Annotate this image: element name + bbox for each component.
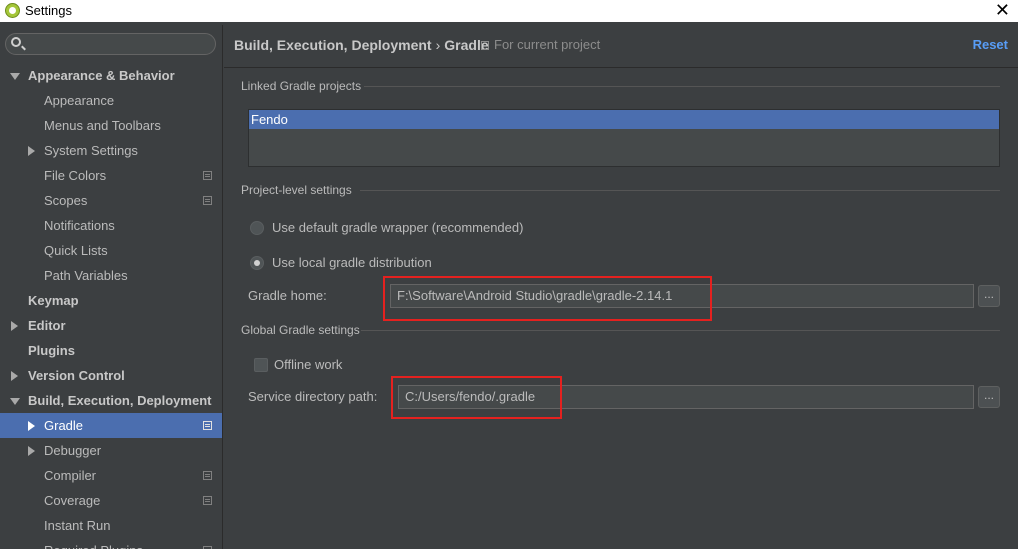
breadcrumb-separator: › [435,37,441,53]
linked-project-item[interactable]: Fendo [249,110,999,129]
search-icon [11,37,21,47]
breadcrumb: Build, Execution, Deployment › Gradle [234,37,489,53]
sidebar-item-label: Compiler [44,468,97,483]
sidebar-item[interactable]: File Colors [0,163,222,188]
offline-work-checkbox[interactable] [254,358,268,372]
scope-indicator: For current project [481,37,600,52]
gradle-home-label: Gradle home: [248,288,327,303]
sidebar-item-label: Quick Lists [44,243,108,258]
project-settings-icon [203,196,212,205]
search-input[interactable] [28,36,208,52]
service-directory-browse-button[interactable]: ... [978,386,1000,408]
gradle-settings-panel: Build, Execution, Deployment › Gradle For … [224,25,1018,549]
breadcrumb-parent[interactable]: Build, Execution, Deployment [234,37,432,53]
close-icon[interactable]: ✕ [995,0,1010,20]
sidebar-item[interactable]: Plugins [0,338,222,363]
gradle-home-browse-button[interactable]: ... [978,285,1000,307]
sidebar-item[interactable]: Required Plugins [0,538,222,549]
collapsed-arrow-icon[interactable] [28,421,35,431]
sidebar-item-label: Debugger [44,443,102,458]
header-divider [224,67,1018,68]
collapsed-arrow-icon[interactable] [11,371,18,381]
sidebar-item[interactable]: Quick Lists [0,238,222,263]
sidebar-item[interactable]: Gradle [0,413,222,438]
sidebar-item-label: Appearance & Behavior [28,68,175,83]
reset-link[interactable]: Reset [973,37,1008,52]
sidebar-item-label: Gradle [44,418,84,433]
android-studio-icon [5,3,20,18]
gradle-home-field[interactable]: F:\Software\Android Studio\gradle\gradle… [390,284,974,308]
service-directory-label: Service directory path: [248,389,378,404]
sidebar-item-label: Appearance [44,93,115,108]
sidebar-item[interactable]: Build, Execution, Deployment [0,388,222,413]
scope-text: For current project [494,37,601,52]
sidebar-item-label: Path Variables [44,268,128,283]
section-title-project-level: Project-level settings [241,183,352,197]
service-directory-field[interactable]: C:/Users/fendo/.gradle [398,385,974,409]
collapsed-arrow-icon[interactable] [11,321,18,331]
sidebar-item-label: Coverage [44,493,101,508]
sidebar-item-label: Menus and Toolbars [44,118,161,133]
sidebar-item[interactable]: Debugger [0,438,222,463]
sidebar-item-label: Scopes [44,193,88,208]
sidebar-item[interactable]: Path Variables [0,263,222,288]
local-distribution-label: Use local gradle distribution [272,255,432,270]
sidebar-item-label: Required Plugins [44,538,143,549]
sidebar-item[interactable]: Keymap [0,288,222,313]
sidebar-item[interactable]: Editor [0,313,222,338]
offline-work-label: Offline work [274,357,343,372]
project-settings-icon [203,496,212,505]
sidebar-item-label: Instant Run [44,518,111,533]
sidebar-item-label: Keymap [28,293,79,308]
sidebar-item-label: Editor [28,318,66,333]
linked-projects-list[interactable]: Fendo [248,109,1000,167]
sidebar-item[interactable]: Scopes [0,188,222,213]
sidebar-item[interactable]: Notifications [0,213,222,238]
section-title-linked: Linked Gradle projects [241,79,362,93]
sidebar-item[interactable]: Appearance [0,88,222,113]
sidebar-item[interactable]: Appearance & Behavior [0,63,222,88]
sidebar-item-label: File Colors [44,168,107,183]
collapsed-arrow-icon[interactable] [28,146,35,156]
sidebar-item[interactable]: Menus and Toolbars [0,113,222,138]
section-divider [361,330,1000,331]
project-settings-icon [203,471,212,480]
window-titlebar: Settings ✕ [0,0,1018,22]
sidebar-item[interactable]: Coverage [0,488,222,513]
section-title-global: Global Gradle settings [241,323,360,337]
section-divider [360,190,1000,191]
settings-sidebar: Appearance & Behavior Appearance Menus and… [0,25,223,549]
project-settings-icon [203,421,212,430]
sidebar-item[interactable]: Instant Run [0,513,222,538]
default-wrapper-radio[interactable] [250,221,264,235]
sidebar-item-label: Notifications [44,218,115,233]
sidebar-item-label: Build, Execution, Deployment [28,393,212,408]
local-distribution-radio[interactable] [250,256,264,270]
sidebar-item-label: Version Control [28,368,125,383]
window-title: Settings [25,3,72,18]
sidebar-item-label: System Settings [44,143,138,158]
expanded-arrow-icon[interactable] [10,398,20,405]
project-settings-icon [203,171,212,180]
section-divider [364,86,1000,87]
settings-tree: Appearance & Behavior Appearance Menus and… [0,63,222,549]
sidebar-item-label: Plugins [28,343,75,358]
sidebar-item[interactable]: Version Control [0,363,222,388]
sidebar-item[interactable]: Compiler [0,463,222,488]
collapsed-arrow-icon[interactable] [28,446,35,456]
sidebar-item[interactable]: System Settings [0,138,222,163]
expanded-arrow-icon[interactable] [10,73,20,80]
project-scope-icon [481,41,489,50]
settings-search[interactable] [5,33,216,55]
default-wrapper-label: Use default gradle wrapper (recommended) [272,220,524,235]
